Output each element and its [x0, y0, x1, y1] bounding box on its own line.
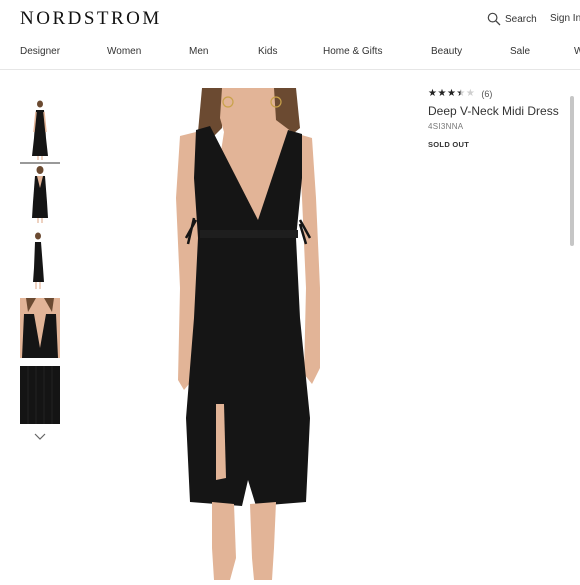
thumbnail-image	[20, 298, 60, 358]
thumbnail-3[interactable]	[20, 232, 60, 290]
thumbnail-image	[20, 366, 60, 424]
model-dress-illustration	[176, 88, 320, 580]
star-icon: ★	[437, 88, 447, 99]
nav-item-designer[interactable]: Designer	[20, 46, 60, 57]
star-icon: ★	[428, 88, 437, 99]
sold-out-badge: SOLD OUT	[428, 140, 470, 149]
review-count[interactable]: (6)	[481, 89, 492, 99]
nav-item-home-gifts[interactable]: Home & Gifts	[323, 46, 382, 57]
nav-item-kids[interactable]: Kids	[258, 46, 277, 57]
nav-item-sale[interactable]: Sale	[510, 46, 530, 57]
thumbnail-2[interactable]	[20, 166, 60, 224]
nav-item-beauty[interactable]: Beauty	[431, 46, 462, 57]
page-scrollbar[interactable]	[570, 96, 574, 246]
thumbnail-image	[32, 166, 48, 223]
sign-in-link[interactable]: Sign In	[550, 13, 580, 24]
star-half-icon: ★	[456, 88, 466, 99]
search-button[interactable]: Search	[487, 12, 537, 26]
thumbnail-5[interactable]	[20, 366, 60, 424]
thumbnail-1[interactable]	[20, 98, 60, 164]
main-nav: Designer Women Men Kids Home & Gifts Bea…	[0, 46, 580, 60]
nav-item-women[interactable]: Women	[107, 46, 141, 57]
chevron-down-icon[interactable]	[33, 430, 47, 444]
thumbnail-image	[32, 100, 48, 160]
site-header: NORDSTROM Search Sign In	[0, 0, 580, 40]
nav-divider	[0, 69, 580, 70]
thumbnail-4[interactable]	[20, 298, 60, 358]
search-icon	[487, 12, 501, 26]
product-title: Deep V-Neck Midi Dress	[428, 104, 559, 118]
star-empty-icon: ★	[465, 88, 475, 99]
star-icon: ★	[446, 88, 456, 99]
rating-stars[interactable]: ★ ★ ★ ★ ★ (6)	[428, 88, 492, 100]
thumbnail-image	[33, 232, 44, 289]
product-sku: 4SI3NNA	[428, 122, 464, 131]
nordstrom-logo[interactable]: NORDSTROM	[20, 8, 162, 30]
product-main-image	[150, 88, 370, 580]
nav-item-men[interactable]: Men	[189, 46, 208, 57]
search-label: Search	[505, 13, 537, 25]
nav-item-overflow[interactable]: W	[574, 46, 580, 57]
